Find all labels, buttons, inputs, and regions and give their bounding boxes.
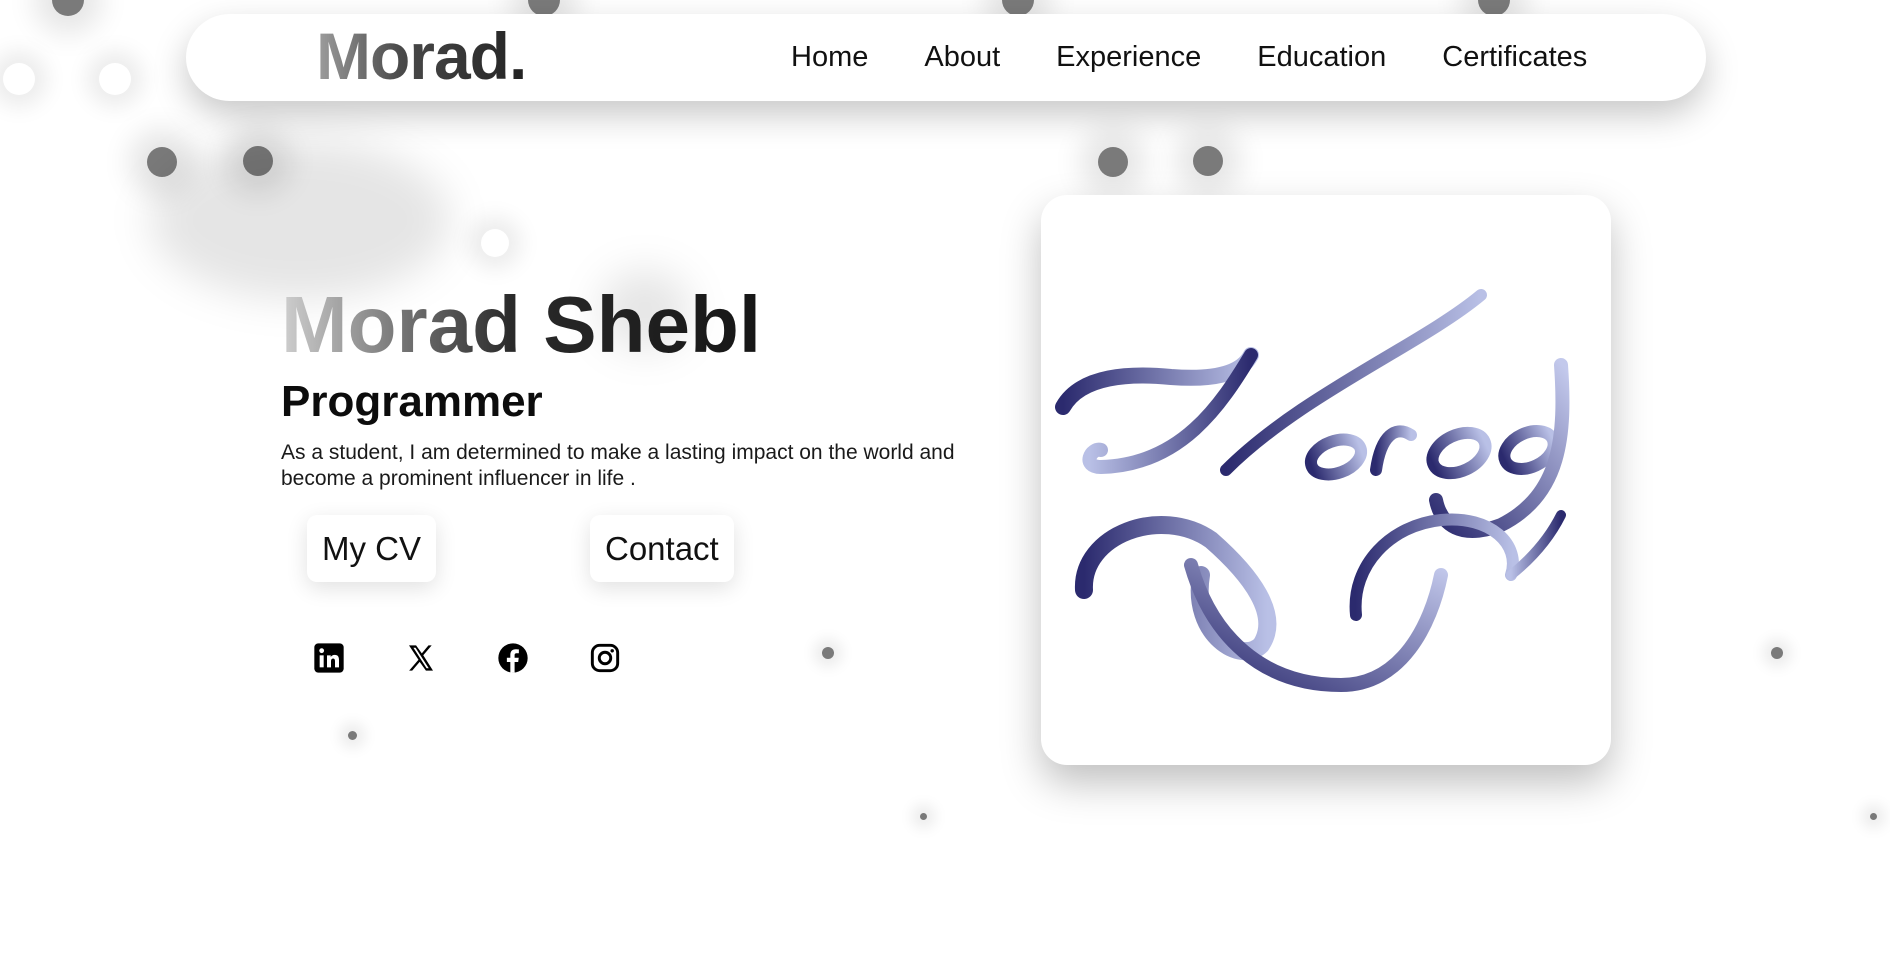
background-dot	[1771, 647, 1783, 659]
background-dot	[920, 813, 927, 820]
facebook-icon[interactable]	[497, 642, 529, 674]
site-logo[interactable]: Morad.	[316, 20, 527, 93]
background-glow	[150, 140, 450, 300]
morad-calligraphy-logo	[1055, 289, 1570, 693]
navbar: Morad. Home About Experience Education C…	[186, 14, 1706, 101]
background-dot	[348, 731, 357, 740]
nav-link-experience[interactable]: Experience	[1056, 41, 1201, 74]
instagram-icon[interactable]	[589, 642, 621, 674]
nav-link-about[interactable]: About	[924, 41, 1000, 74]
background-dot	[1193, 146, 1223, 176]
background-dot	[52, 0, 84, 16]
nav-link-certificates[interactable]: Certificates	[1442, 41, 1587, 74]
background-dot	[481, 229, 509, 257]
nav-link-home[interactable]: Home	[791, 41, 868, 74]
hero-description: As a student, I am determined to make a …	[281, 441, 955, 490]
my-cv-button[interactable]: My CV	[307, 515, 436, 582]
nav-link-education[interactable]: Education	[1257, 41, 1386, 74]
background-dot	[99, 63, 131, 95]
x-icon[interactable]	[405, 642, 437, 674]
background-dot	[243, 146, 273, 176]
hero-name: Morad Shebl	[281, 280, 762, 369]
background-dot	[3, 63, 35, 95]
hero-role: Programmer	[281, 377, 543, 426]
social-links	[313, 642, 621, 674]
background-dot	[1870, 813, 1877, 820]
logo-card	[1041, 195, 1611, 765]
contact-button[interactable]: Contact	[590, 515, 734, 582]
background-dot	[1098, 147, 1128, 177]
nav-links: Home About Experience Education Certific…	[791, 14, 1587, 101]
linkedin-icon[interactable]	[313, 642, 345, 674]
background-dot	[147, 147, 177, 177]
background-dot	[822, 647, 834, 659]
